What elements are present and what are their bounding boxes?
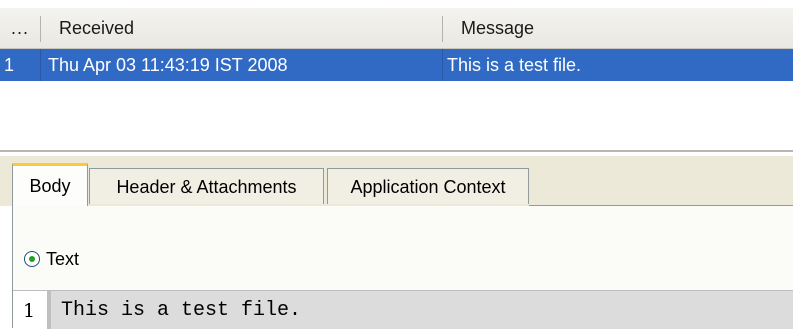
cell-divider xyxy=(40,49,41,81)
tab-header-attachments[interactable]: Header & Attachments xyxy=(89,168,324,204)
column-divider[interactable] xyxy=(40,16,41,42)
text-format-option[interactable]: Text xyxy=(24,246,79,272)
radio-selected-icon[interactable] xyxy=(24,251,40,267)
text-format-label: Text xyxy=(46,248,80,269)
message-cell: This is a test file. xyxy=(447,55,582,75)
column-divider[interactable] xyxy=(442,16,443,42)
tab-body[interactable]: Body xyxy=(12,163,88,207)
tab-application-context[interactable]: Application Context xyxy=(327,168,529,204)
line-number: 1 xyxy=(22,300,36,322)
row-index-cell: 1 xyxy=(4,55,15,75)
column-header-message[interactable]: Message xyxy=(461,8,534,48)
body-text-line[interactable]: This is a test file. xyxy=(61,291,301,329)
cell-divider xyxy=(442,49,443,81)
column-header-received[interactable]: Received xyxy=(59,8,134,48)
line-number-gutter: 1 xyxy=(13,291,51,329)
column-header-index[interactable]: ... xyxy=(0,8,40,48)
received-cell: Thu Apr 03 11:43:19 IST 2008 xyxy=(48,55,288,75)
pane-splitter[interactable] xyxy=(0,150,793,152)
message-body-editor[interactable]: 1 This is a test file. xyxy=(13,290,793,329)
table-row[interactable]: 1 Thu Apr 03 11:43:19 IST 2008 This is a… xyxy=(0,49,793,81)
body-panel: Text 1 This is a test file. xyxy=(12,206,793,329)
radio-dot xyxy=(29,256,35,262)
table-header: ... Received Message xyxy=(0,8,793,49)
tab-strip: Header & Attachments Application Context… xyxy=(0,156,793,207)
